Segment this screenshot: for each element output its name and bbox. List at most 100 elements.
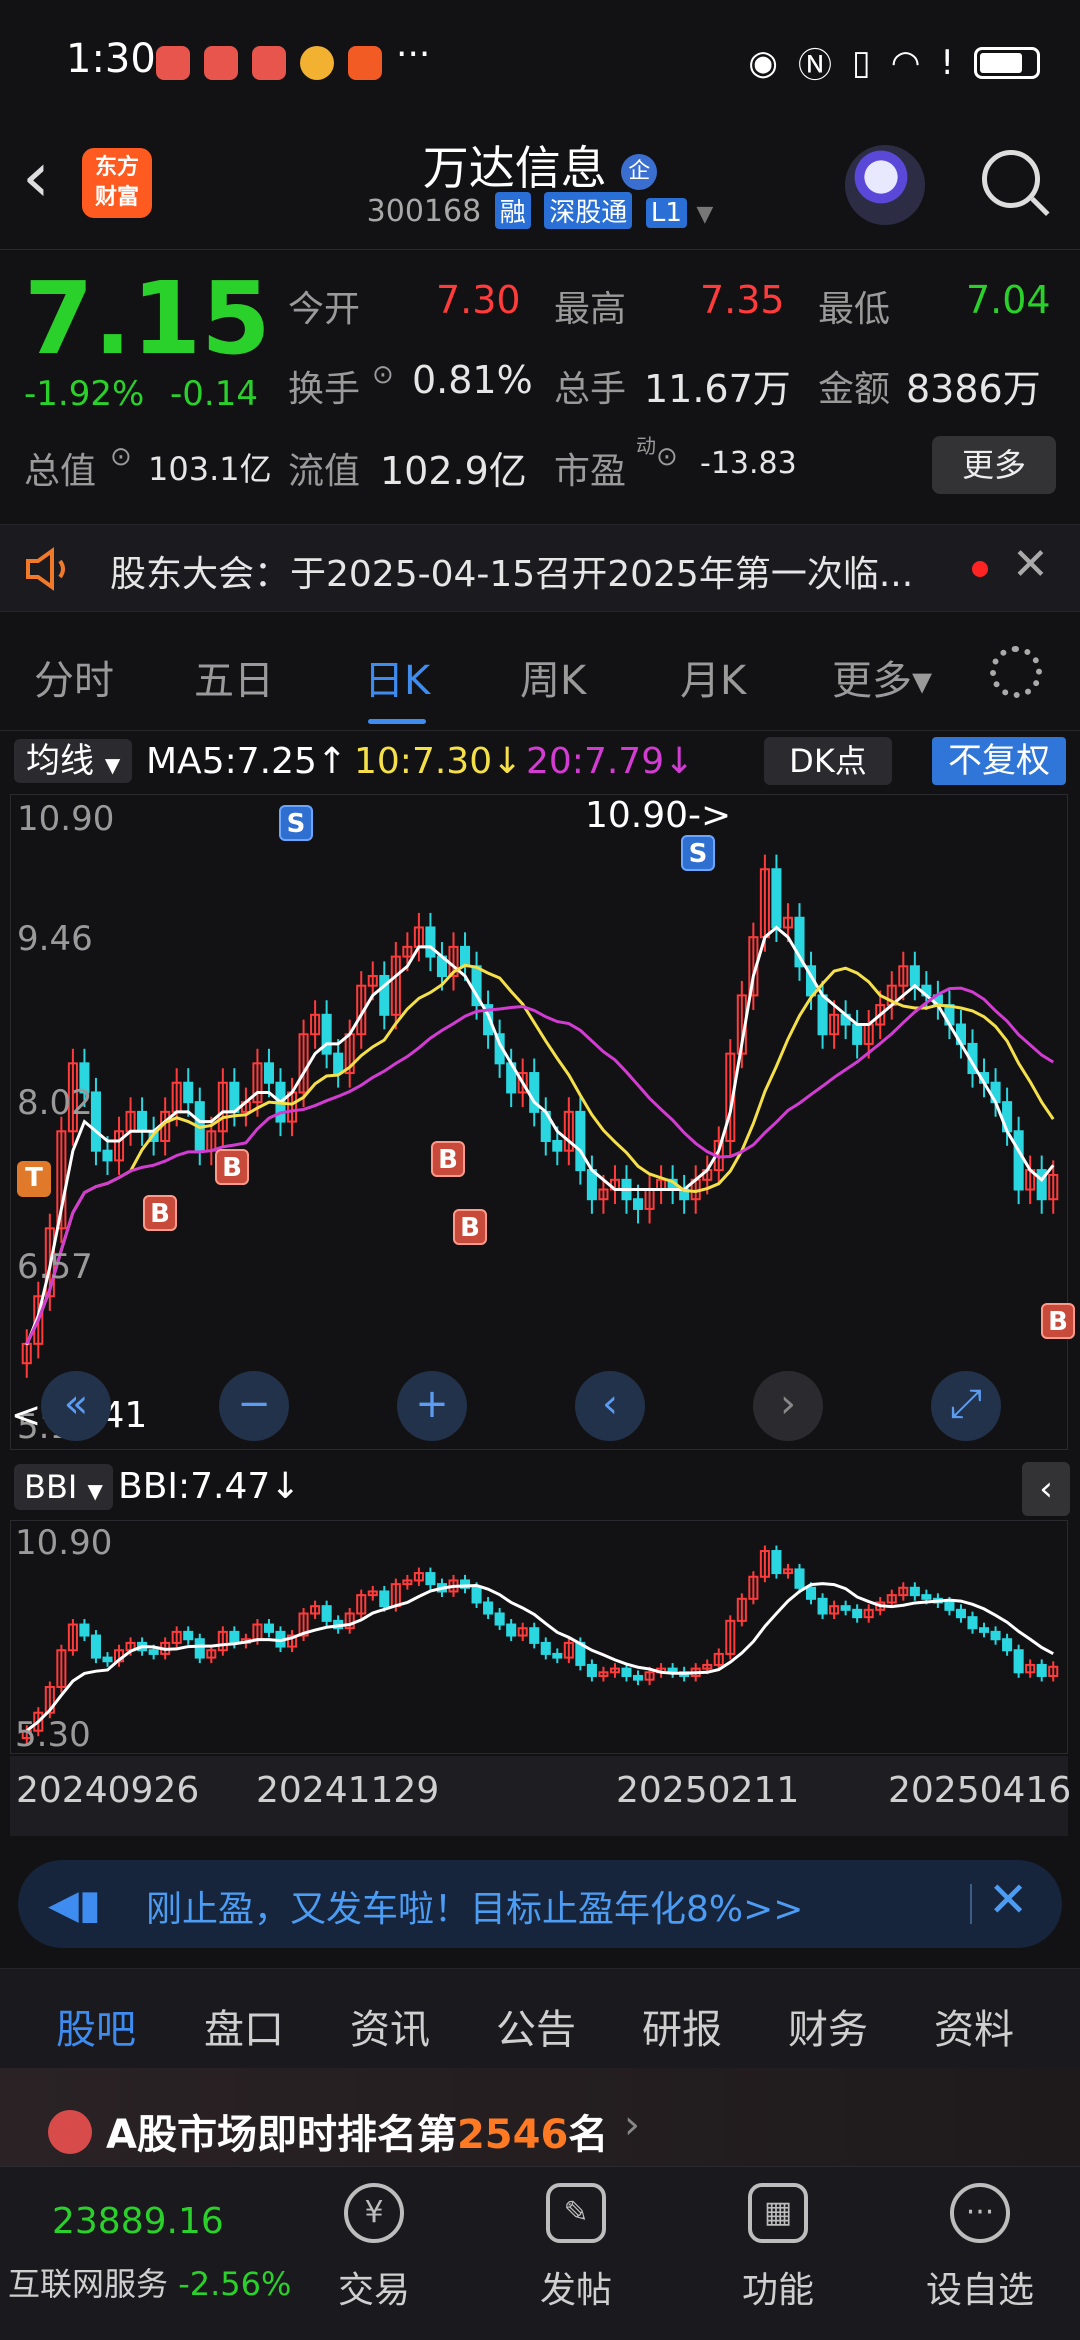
kline-chart[interactable]: 10.90 9.46 8.02 6.57 5.13 10.90-> <--5.4… — [10, 794, 1075, 1450]
rank-suffix: 名 — [568, 2112, 609, 2158]
notice-bar[interactable]: 股东大会：于2025-04-15召开2025年第一次临... ✕ — [0, 524, 1080, 612]
gear-icon[interactable] — [990, 646, 1042, 698]
nav-functions[interactable]: ▦ 功能 — [718, 2183, 838, 2313]
tab-intraday[interactable]: 分时 — [34, 648, 114, 706]
dk-point-button[interactable]: DK点 — [764, 737, 892, 785]
system-icons: ◉ Ⓝ ▯ ◠ ! — [748, 38, 1040, 87]
indicator-selector[interactable]: 均线 ▼ — [14, 739, 133, 783]
candle-body — [425, 1572, 436, 1586]
buy-marker[interactable]: B — [215, 1149, 249, 1185]
megaphone-icon: ◀▮ — [48, 1882, 101, 1928]
tab-guba[interactable]: 股吧 — [56, 1997, 136, 2077]
bbi-indicator-row: BBI ▼ BBI:7.47↓ ‹ — [0, 1458, 1080, 1518]
tab-research[interactable]: 研报 — [642, 1997, 722, 2055]
bbi-y-tick: 10.90 — [15, 1523, 113, 1563]
high-value: 7.35 — [700, 278, 785, 322]
candle-body — [794, 1568, 805, 1589]
status-time: 1:30 — [66, 36, 156, 82]
tab-profile[interactable]: 资料 — [934, 1997, 1014, 2055]
caret-down-icon: ▼ — [696, 202, 714, 227]
date-label: 20240926 — [16, 1770, 200, 1811]
close-icon[interactable]: ✕ — [988, 1872, 1028, 1928]
candle-body — [183, 1081, 194, 1104]
tab-finance[interactable]: 财务 — [788, 1997, 868, 2055]
tab-monthly-k[interactable]: 月K — [680, 648, 746, 706]
rank-strip[interactable]: A股市场即时排名第2546名 › — [0, 2068, 1080, 2166]
turnover-value: 0.81% — [412, 358, 533, 402]
candle-body — [586, 1169, 597, 1201]
candle-body — [575, 1110, 586, 1172]
close-icon[interactable]: ✕ — [1012, 539, 1049, 590]
adjust-button[interactable]: 不复权 — [932, 737, 1066, 785]
zoom-out-button[interactable]: − — [219, 1371, 289, 1441]
scroll-left-button[interactable]: ‹ — [575, 1371, 645, 1441]
candle-body — [90, 1634, 102, 1659]
scroll-right-button[interactable]: › — [753, 1371, 823, 1441]
rewind-button[interactable]: « — [41, 1371, 111, 1441]
bbi-y-tick: 5.30 — [15, 1715, 91, 1755]
nav-watchlist[interactable]: ··· 设自选 — [920, 2183, 1040, 2313]
tab-more[interactable]: 更多▾ — [832, 648, 932, 706]
tab-news[interactable]: 资讯 — [350, 1997, 430, 2055]
info-icon[interactable]: ⊙ — [372, 360, 394, 390]
index-info[interactable]: 互联网服务 -2.56% — [8, 2259, 291, 2305]
battery-icon — [974, 46, 1040, 79]
buy-marker[interactable]: B — [1041, 1303, 1075, 1339]
buy-marker[interactable]: B — [143, 1195, 177, 1231]
buy-marker[interactable]: B — [431, 1141, 465, 1177]
info-icon[interactable]: ⊙ — [110, 442, 132, 472]
tab-five-day[interactable]: 五日 — [194, 648, 274, 706]
candle-body — [840, 1605, 851, 1611]
notice-text: 股东大会：于2025-04-15召开2025年第一次临... — [110, 554, 914, 595]
info-icon[interactable]: ⊙ — [656, 442, 678, 472]
sell-marker[interactable]: S — [279, 805, 313, 841]
candle-body — [967, 1616, 978, 1630]
app-notification-icon — [156, 46, 190, 80]
zoom-in-button[interactable]: + — [397, 1371, 467, 1441]
candle-body — [229, 1081, 240, 1113]
bottom-nav: 23889.16 互联网服务 -2.56% ¥ 交易 ✎ 发帖 ▦ 功能 ···… — [0, 2166, 1080, 2340]
high-annotation: 10.90-> — [585, 795, 732, 836]
tab-weekly-k[interactable]: 周K — [520, 648, 586, 706]
nav-post-label: 发帖 — [539, 2270, 612, 2311]
sell-marker[interactable]: S — [681, 835, 715, 871]
turnover-label: 换手 — [288, 369, 361, 410]
candle-body — [529, 1627, 540, 1644]
t-marker[interactable]: T — [17, 1161, 51, 1197]
stock-header: ‹ 东方 财富 万达信息 企 300168 融 深股通 L1 ▼ — [0, 120, 1080, 250]
candle-body — [586, 1663, 597, 1677]
candle-body — [263, 1623, 275, 1633]
fullscreen-button[interactable]: ⤢ — [931, 1371, 1001, 1441]
nav-trade[interactable]: ¥ 交易 — [314, 2183, 434, 2313]
nav-watchlist-label: 设自选 — [925, 2270, 1034, 2311]
candle-body — [459, 945, 471, 968]
tab-daily-k[interactable]: 日K — [364, 648, 430, 724]
candle-body — [183, 1630, 194, 1641]
bbi-svg — [21, 1545, 1059, 1744]
candle-body — [483, 1601, 494, 1615]
tab-pankou[interactable]: 盘口 — [204, 1997, 284, 2055]
tab-announcements[interactable]: 公告 — [496, 1997, 576, 2055]
candle-body — [540, 1641, 551, 1655]
rank-prefix: A股市场即时排名第 — [106, 2112, 457, 2158]
candle-body — [771, 1550, 782, 1575]
candle-body — [321, 1605, 332, 1622]
buy-marker[interactable]: B — [453, 1209, 487, 1245]
eye-icon: ◉ — [748, 42, 778, 83]
high-label: 最高 — [554, 289, 627, 330]
search-icon[interactable] — [982, 150, 1040, 208]
nfc-icon: Ⓝ — [797, 46, 832, 86]
assistant-avatar[interactable] — [845, 145, 925, 225]
candle-body — [1013, 1649, 1024, 1674]
weibo-icon — [300, 46, 334, 80]
more-button[interactable]: 更多 — [932, 436, 1056, 494]
dots-icon: ··· — [950, 2183, 1010, 2243]
bbi-chart[interactable]: 10.90 5.30 — [10, 1520, 1068, 1755]
candle-body — [552, 1139, 563, 1152]
collapse-button[interactable]: ‹ — [1022, 1462, 1070, 1516]
nav-post[interactable]: ✎ 发帖 — [516, 2183, 636, 2313]
index-value[interactable]: 23889.16 — [52, 2201, 224, 2242]
bbi-selector[interactable]: BBI ▼ — [14, 1464, 113, 1510]
promo-banner[interactable]: ◀▮ 刚止盈，又发车啦！目标止盈年化8%>> ✕ — [18, 1860, 1062, 1948]
candle-body — [102, 1656, 113, 1663]
